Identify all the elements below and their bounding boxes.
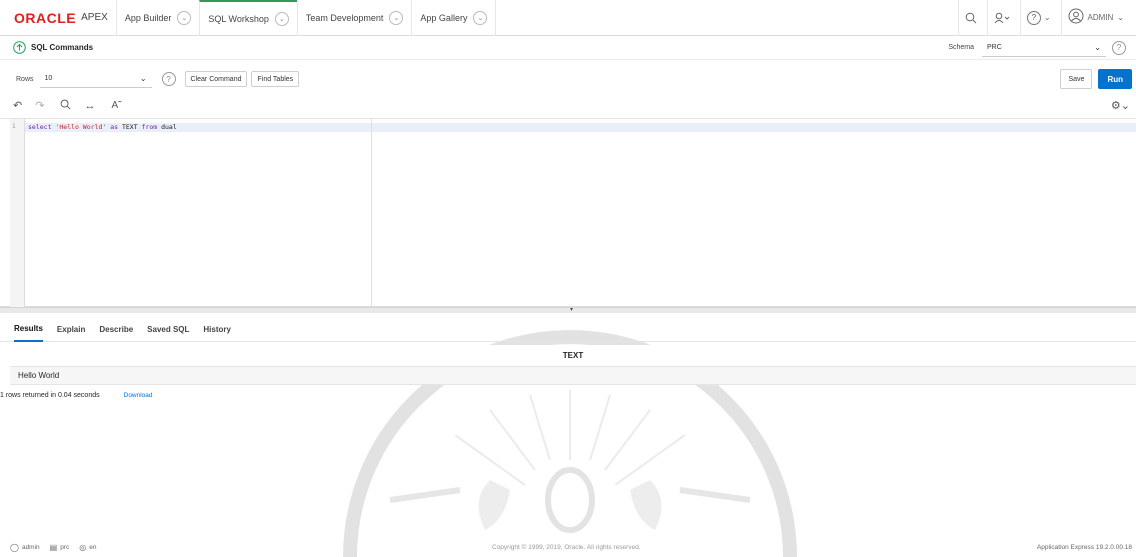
chevron-down-icon: ⌄ [1117, 13, 1124, 22]
rows-label: Rows [16, 75, 34, 83]
active-line-highlight [25, 123, 1136, 132]
line-number: 1 [12, 123, 16, 130]
tab-history[interactable]: History [203, 318, 231, 342]
schema-value: PRC [987, 43, 1002, 51]
font-size-icon[interactable]: A˜ [111, 100, 121, 111]
splitter-handle-icon: ▾ [570, 307, 574, 313]
search-icon[interactable] [957, 0, 983, 36]
tab-results[interactable]: Results [14, 318, 43, 342]
save-button[interactable]: Save [1060, 69, 1093, 89]
nav-tab-app-gallery[interactable]: App Gallery ⌄ [411, 0, 497, 36]
sql-keyword: as [110, 123, 119, 131]
nav-tab-label: App Builder [124, 12, 172, 23]
undo-icon[interactable]: ↶ [13, 99, 22, 112]
top-navigation: ORACLE APEX App Builder ⌄ SQL Workshop ⌄… [0, 0, 1136, 36]
database-icon: ▤ [49, 543, 58, 552]
tab-describe[interactable]: Describe [99, 318, 133, 342]
sql-code[interactable]: select 'Hello World' as TEXT from dual [28, 123, 177, 131]
avatar-icon [1068, 8, 1084, 27]
download-link[interactable]: Download [124, 392, 153, 399]
sql-editor[interactable]: 1 select 'Hello World' as TEXT from dual [0, 119, 1136, 307]
footer-language: en [89, 544, 97, 551]
chevron-down-icon[interactable]: ⌄ [274, 11, 289, 26]
sql-identifier: TEXT [121, 123, 138, 131]
column-header[interactable]: TEXT [10, 345, 1136, 367]
version-text: Application Express 19.2.0.00.18 [1036, 544, 1132, 551]
replace-icon[interactable]: ↔ [84, 100, 95, 112]
apex-logo-text: APEX [81, 12, 108, 23]
redo-icon[interactable]: ↷ [35, 99, 44, 112]
rows-value: 10 [44, 75, 53, 82]
nav-tab-team-development[interactable]: Team Development ⌄ [296, 0, 412, 36]
chevron-down-icon[interactable]: ⌄ [473, 10, 488, 25]
user-icon: ◯ [10, 543, 19, 552]
oracle-logo-text: ORACLE [14, 9, 77, 26]
command-controls: Rows 10 ⌄ ? Clear Command Find Tables Sa… [0, 66, 1136, 92]
chevron-down-icon: ⌄ [1094, 42, 1101, 52]
oracle-apex-logo[interactable]: ORACLE APEX [0, 0, 116, 36]
nav-tab-label: SQL Workshop [208, 13, 269, 24]
chevron-down-icon: ⌄ [139, 74, 147, 83]
copyright-text: Copyright © 1999, 2019, Oracle. All righ… [492, 544, 641, 551]
sql-keyword: select [28, 123, 52, 131]
editor-gutter [10, 119, 25, 307]
user-menu[interactable]: ADMIN ⌄ [1060, 0, 1130, 36]
sql-keyword: from [141, 123, 158, 131]
results-tabs: Results Explain Describe Saved SQL Histo… [0, 318, 1136, 342]
footer: ◯ admin ▤ prc ◎ en Copyright © 1999, 201… [0, 538, 1136, 557]
rows-returned-text: 1 rows returned in 0.04 seconds [0, 392, 100, 399]
find-tables-button[interactable]: Find Tables [251, 71, 300, 87]
find-icon[interactable] [60, 99, 71, 113]
footer-schema: prc [60, 544, 70, 551]
tab-saved-sql[interactable]: Saved SQL [147, 318, 189, 342]
run-button[interactable]: Run [1098, 69, 1132, 89]
help-icon[interactable]: ? [1112, 40, 1126, 55]
rows-select[interactable]: 10 ⌄ [39, 70, 152, 88]
resize-splitter[interactable]: ▾ [0, 307, 1136, 313]
editor-divider [371, 119, 372, 307]
sql-string: 'Hello World' [55, 123, 107, 131]
results-status-row: 1 rows returned in 0.04 seconds Download [0, 392, 153, 399]
nav-tab-app-builder[interactable]: App Builder ⌄ [115, 0, 200, 36]
nav-tab-label: Team Development [305, 12, 384, 23]
footer-user: admin [21, 544, 40, 551]
help-icon[interactable]: ? ⌄ [1019, 0, 1057, 36]
page-title: SQL Commands [31, 43, 94, 52]
chevron-down-icon[interactable]: ⌄ [177, 10, 192, 25]
chevron-down-icon[interactable]: ⌄ [389, 10, 404, 25]
user-name: ADMIN [1087, 13, 1114, 22]
globe-icon: ◎ [79, 543, 87, 552]
settings-gear-icon[interactable]: ⚙⌄ [1111, 99, 1130, 112]
help-icon[interactable]: ? [161, 72, 176, 86]
table-cell: Hello World [10, 367, 1136, 385]
nav-tab-sql-workshop[interactable]: SQL Workshop ⌄ [199, 0, 297, 36]
nav-tab-label: App Gallery [420, 12, 468, 23]
editor-toolbar: ↶ ↷ ↔ A˜ ⚙⌄ [0, 93, 1136, 119]
tab-explain[interactable]: Explain [57, 318, 85, 342]
sql-table: dual [161, 123, 177, 131]
results-table: TEXT Hello World [10, 345, 1136, 398]
page-header: SQL Commands Schema PRC ⌄ ? [0, 36, 1136, 60]
user-settings-icon[interactable] [986, 0, 1016, 36]
schema-select[interactable]: PRC ⌄ [982, 38, 1106, 57]
clear-command-button[interactable]: Clear Command [184, 71, 248, 87]
up-arrow-icon[interactable] [13, 41, 26, 54]
schema-label: Schema [948, 44, 974, 51]
